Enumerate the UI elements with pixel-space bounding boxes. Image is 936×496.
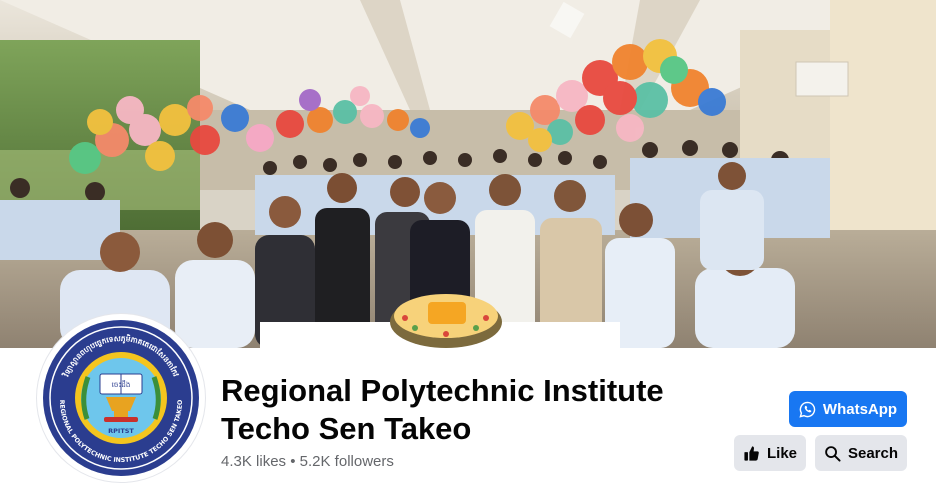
followers-count[interactable]: 5.2K followers xyxy=(300,453,394,470)
thumbs-up-icon xyxy=(743,445,760,462)
search-button[interactable]: Search xyxy=(815,435,907,471)
whatsapp-button[interactable]: WhatsApp xyxy=(789,391,907,427)
like-button-label: Like xyxy=(766,444,797,462)
page-title-line-1: Regional Polytechnic Institute xyxy=(221,373,664,408)
stats-separator: • xyxy=(290,453,296,470)
whatsapp-icon xyxy=(799,401,816,418)
cover-photo[interactable] xyxy=(0,0,936,348)
institute-logo: វិទ្យាស្ថានពហុបច្ចេកទេសភូមិភាគតេជោសែនតាក… xyxy=(43,320,199,476)
page-title: Regional Polytechnic Institute Techo Sen… xyxy=(221,372,741,448)
logo-book-text: ចេះដឹង xyxy=(112,380,131,389)
search-icon xyxy=(824,445,841,462)
profile-picture[interactable]: វិទ្យាស្ថានពហុបច្ចេកទេសភូមិភាគតេជោសែនតាក… xyxy=(37,314,205,482)
page-stats: 4.3K likes • 5.2K followers xyxy=(221,453,394,470)
likes-count[interactable]: 4.3K likes xyxy=(221,453,286,470)
logo-abbr: RPITST xyxy=(108,427,134,435)
like-button[interactable]: Like xyxy=(734,435,806,471)
cover-photo-illustration xyxy=(0,0,936,348)
search-button-label: Search xyxy=(847,444,899,462)
whatsapp-button-label: WhatsApp xyxy=(822,400,898,418)
page-title-line-2: Techo Sen Takeo xyxy=(221,411,472,446)
